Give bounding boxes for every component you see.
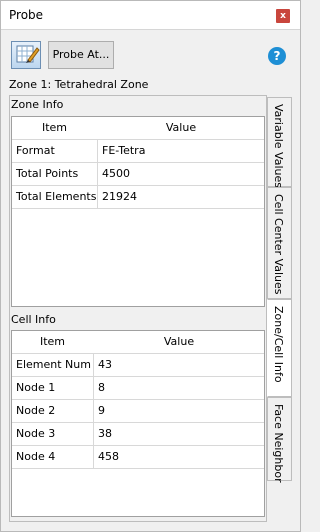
value-cell: FE-Tetra [102, 144, 146, 157]
cell-info-label: Cell Info [11, 313, 56, 326]
item-cell: Total Points [16, 167, 79, 180]
column-header-value: Value [163, 335, 195, 348]
value-cell: 21924 [102, 190, 137, 203]
value-cell: 38 [98, 427, 112, 440]
item-cell: Total Elements [16, 190, 97, 203]
tab-variable-values[interactable]: Variable Values [267, 97, 292, 188]
value-cell: 8 [98, 381, 105, 394]
value-cell: 43 [98, 358, 112, 371]
item-cell: Element Num [16, 358, 91, 371]
table-row[interactable]: Total Elements 21924 [12, 186, 264, 209]
item-cell: Node 4 [16, 450, 56, 463]
close-icon: x [280, 11, 286, 21]
table-row[interactable]: Total Points 4500 [12, 163, 264, 186]
probe-at-button[interactable]: Probe At... [48, 41, 114, 69]
tab-face-neighbor[interactable]: Face Neighbor [267, 397, 292, 483]
value-cell: 458 [98, 450, 119, 463]
item-cell: Node 2 [16, 404, 56, 417]
probe-tool-button[interactable] [11, 41, 41, 69]
zone-info-label: Zone Info [11, 98, 64, 111]
value-cell: 9 [98, 404, 105, 417]
item-cell: Node 3 [16, 427, 56, 440]
title-bar: Probe x [1, 1, 300, 30]
column-header-item: Item [39, 335, 66, 348]
table-row[interactable]: Node 3 38 [12, 423, 264, 446]
zone-info-header-row: Item Value [12, 117, 264, 140]
value-cell: 4500 [102, 167, 130, 180]
zone-info-table: Item Value Format FE-Tetra Total Points … [11, 116, 265, 307]
cell-info-table: Item Value Element Num 43 Node 1 8 Node … [11, 330, 265, 517]
table-row[interactable]: Node 4 458 [12, 446, 264, 469]
column-header-value: Value [165, 121, 197, 134]
tab-label: Variable Values [272, 104, 285, 188]
item-cell: Node 1 [16, 381, 56, 394]
window-title: Probe [9, 8, 44, 22]
help-icon[interactable]: ? [268, 47, 286, 65]
tab-label: Zone/Cell Info [272, 306, 285, 383]
zone-label: Zone 1: Tetrahedral Zone [9, 78, 149, 91]
tab-cell-center-values[interactable]: Cell Center Values [267, 187, 292, 299]
tab-label: Cell Center Values [272, 194, 285, 295]
table-row[interactable]: Element Num 43 [12, 354, 264, 377]
probe-window: Probe x Probe At... ? Zone 1: Tetrahedra… [0, 0, 301, 532]
close-button[interactable]: x [276, 9, 290, 23]
tab-label: Face Neighbor [272, 404, 285, 483]
tab-zone-cell-info[interactable]: Zone/Cell Info [267, 299, 292, 397]
item-cell: Format [16, 144, 55, 157]
table-row[interactable]: Node 2 9 [12, 400, 264, 423]
table-row[interactable]: Format FE-Tetra [12, 140, 264, 163]
table-row[interactable]: Node 1 8 [12, 377, 264, 400]
probe-tool-icon [16, 45, 40, 63]
cell-info-header-row: Item Value [12, 331, 264, 354]
column-header-item: Item [41, 121, 68, 134]
